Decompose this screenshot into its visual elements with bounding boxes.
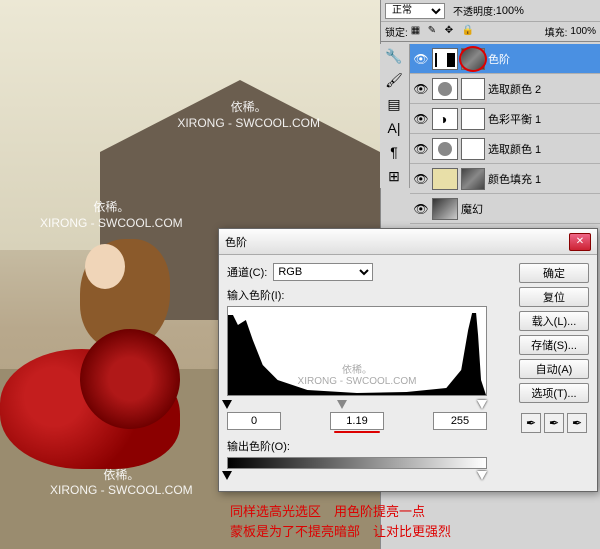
fill-label: 填充: <box>545 24 568 39</box>
opacity-label: 不透明度: <box>453 3 496 18</box>
visibility-eye-icon[interactable]: 👁 <box>413 111 429 127</box>
options-icon[interactable]: ⊞ <box>380 164 408 188</box>
panel-toolbar: 🔧 🖌 ▤ A| ¶ ⊞ <box>380 44 410 188</box>
lock-all-icon[interactable]: 🔒 <box>462 25 476 39</box>
watermark-line1: 依稀。 <box>177 100 320 116</box>
layer-mask-thumb[interactable] <box>461 138 485 160</box>
layer-name[interactable]: 色阶 <box>488 51 510 67</box>
annotation-underline <box>334 431 380 433</box>
type-icon[interactable]: A| <box>380 116 408 140</box>
layer-mask-thumb[interactable] <box>461 108 485 130</box>
cancel-button[interactable]: 复位 <box>519 287 589 307</box>
highlight-slider[interactable] <box>477 400 487 409</box>
layers-list: 👁 色阶 👁 选取颜色 2 👁 色彩平衡 1 👁 选取颜色 1 👁 颜色填充 1… <box>410 44 600 224</box>
shadow-slider[interactable] <box>222 400 232 409</box>
layer-row-levels[interactable]: 👁 色阶 <box>410 44 600 74</box>
input-levels-label: 输入色阶(I): <box>227 287 511 303</box>
output-slider-track[interactable] <box>227 471 487 481</box>
annotation-line1: 同样选高光选区 用色阶提亮一点 <box>230 502 590 522</box>
lock-row: 锁定: ▦ ✎ ✥ 🔒 填充: 100% <box>381 22 600 42</box>
watermark-line2: XIRONG - SWCOOL.COM <box>177 116 320 132</box>
swatches-icon[interactable]: ▤ <box>380 92 408 116</box>
output-gradient <box>227 457 487 469</box>
layer-row[interactable]: 👁 颜色填充 1 <box>410 164 600 194</box>
watermark-line2: XIRONG - SWCOOL.COM <box>50 483 193 499</box>
watermark: 依稀。 XIRONG - SWCOOL.COM <box>298 361 417 387</box>
auto-button[interactable]: 自动(A) <box>519 359 589 379</box>
tutorial-annotation: 同样选高光选区 用色阶提亮一点 蒙板是为了不提亮暗部 让对比更强烈 <box>230 502 590 541</box>
output-highlight-slider[interactable] <box>477 471 487 480</box>
highlight-input[interactable] <box>433 412 487 430</box>
layer-name[interactable]: 选取颜色 2 <box>488 81 541 97</box>
output-levels-label: 输出色阶(O): <box>227 438 511 454</box>
layer-row[interactable]: 👁 色彩平衡 1 <box>410 104 600 134</box>
close-icon[interactable]: ✕ <box>569 233 591 251</box>
layer-row[interactable]: 👁 选取颜色 2 <box>410 74 600 104</box>
layer-name[interactable]: 颜色填充 1 <box>488 171 541 187</box>
channel-label: 通道(C): <box>227 264 267 280</box>
input-slider-track[interactable] <box>227 400 487 410</box>
levels-dialog: 色阶 ✕ 通道(C): RGB 输入色阶(I): 依稀。 XIRONG - SW… <box>218 228 598 492</box>
watermark-line1: 依稀。 <box>50 468 193 484</box>
watermark: 依稀。 XIRONG - SWCOOL.COM <box>40 200 183 231</box>
visibility-eye-icon[interactable]: 👁 <box>413 201 429 217</box>
adjustment-thumb[interactable] <box>432 198 458 220</box>
dialog-title: 色阶 <box>225 234 569 250</box>
photo-roses <box>0 349 180 469</box>
layer-row[interactable]: 👁 魔幻 <box>410 194 600 224</box>
fill-thumb[interactable] <box>432 168 458 190</box>
adjustment-thumb[interactable] <box>432 138 458 160</box>
photo-face <box>85 244 125 289</box>
save-button[interactable]: 存储(S)... <box>519 335 589 355</box>
blend-mode-select[interactable]: 正常 <box>385 3 445 19</box>
paragraph-icon[interactable]: ¶ <box>380 140 408 164</box>
watermark-line2: XIRONG - SWCOOL.COM <box>40 216 183 232</box>
annotation-line2: 蒙板是为了不提亮暗部 让对比更强烈 <box>230 522 590 542</box>
black-eyedropper-icon[interactable]: ✒ <box>521 413 541 433</box>
adjustment-thumb[interactable] <box>432 48 458 70</box>
lock-pixels-icon[interactable]: ✎ <box>428 25 442 39</box>
visibility-eye-icon[interactable]: 👁 <box>413 171 429 187</box>
layer-name[interactable]: 魔幻 <box>461 201 483 217</box>
visibility-eye-icon[interactable]: 👁 <box>413 81 429 97</box>
midtone-slider[interactable] <box>337 400 347 409</box>
layer-name[interactable]: 色彩平衡 1 <box>488 111 541 127</box>
visibility-eye-icon[interactable]: 👁 <box>413 141 429 157</box>
layer-row[interactable]: 👁 选取颜色 1 <box>410 134 600 164</box>
dialog-titlebar[interactable]: 色阶 ✕ <box>219 229 597 255</box>
watermark: 依稀。 XIRONG - SWCOOL.COM <box>177 100 320 131</box>
visibility-eye-icon[interactable]: 👁 <box>413 51 429 67</box>
load-button[interactable]: 载入(L)... <box>519 311 589 331</box>
lock-position-icon[interactable]: ✥ <box>445 25 459 39</box>
fill-value[interactable]: 100% <box>570 26 596 37</box>
shadow-input[interactable] <box>227 412 281 430</box>
watermark: 依稀。 XIRONG - SWCOOL.COM <box>50 468 193 499</box>
layer-name[interactable]: 选取颜色 1 <box>488 141 541 157</box>
histogram-chart: 依稀。 XIRONG - SWCOOL.COM <box>227 306 487 396</box>
layer-mask-thumb[interactable] <box>461 48 485 70</box>
lock-transparency-icon[interactable]: ▦ <box>411 25 425 39</box>
layer-mask-thumb[interactable] <box>461 78 485 100</box>
lock-label: 锁定: <box>385 24 408 39</box>
wrench-icon[interactable]: 🔧 <box>380 44 408 68</box>
adjustment-thumb[interactable] <box>432 108 458 130</box>
white-eyedropper-icon[interactable]: ✒ <box>567 413 587 433</box>
watermark-line1: 依稀。 <box>40 200 183 216</box>
output-shadow-slider[interactable] <box>222 471 232 480</box>
midtone-input[interactable] <box>330 412 384 430</box>
adjustment-thumb[interactable] <box>432 78 458 100</box>
brush-icon[interactable]: 🖌 <box>380 68 408 92</box>
ok-button[interactable]: 确定 <box>519 263 589 283</box>
opacity-value[interactable]: 100% <box>496 5 524 17</box>
channel-select[interactable]: RGB <box>273 263 373 281</box>
blend-mode-row: 正常 不透明度: 100% <box>381 0 600 22</box>
layer-mask-thumb[interactable] <box>461 168 485 190</box>
options-button[interactable]: 选项(T)... <box>519 383 589 403</box>
gray-eyedropper-icon[interactable]: ✒ <box>544 413 564 433</box>
